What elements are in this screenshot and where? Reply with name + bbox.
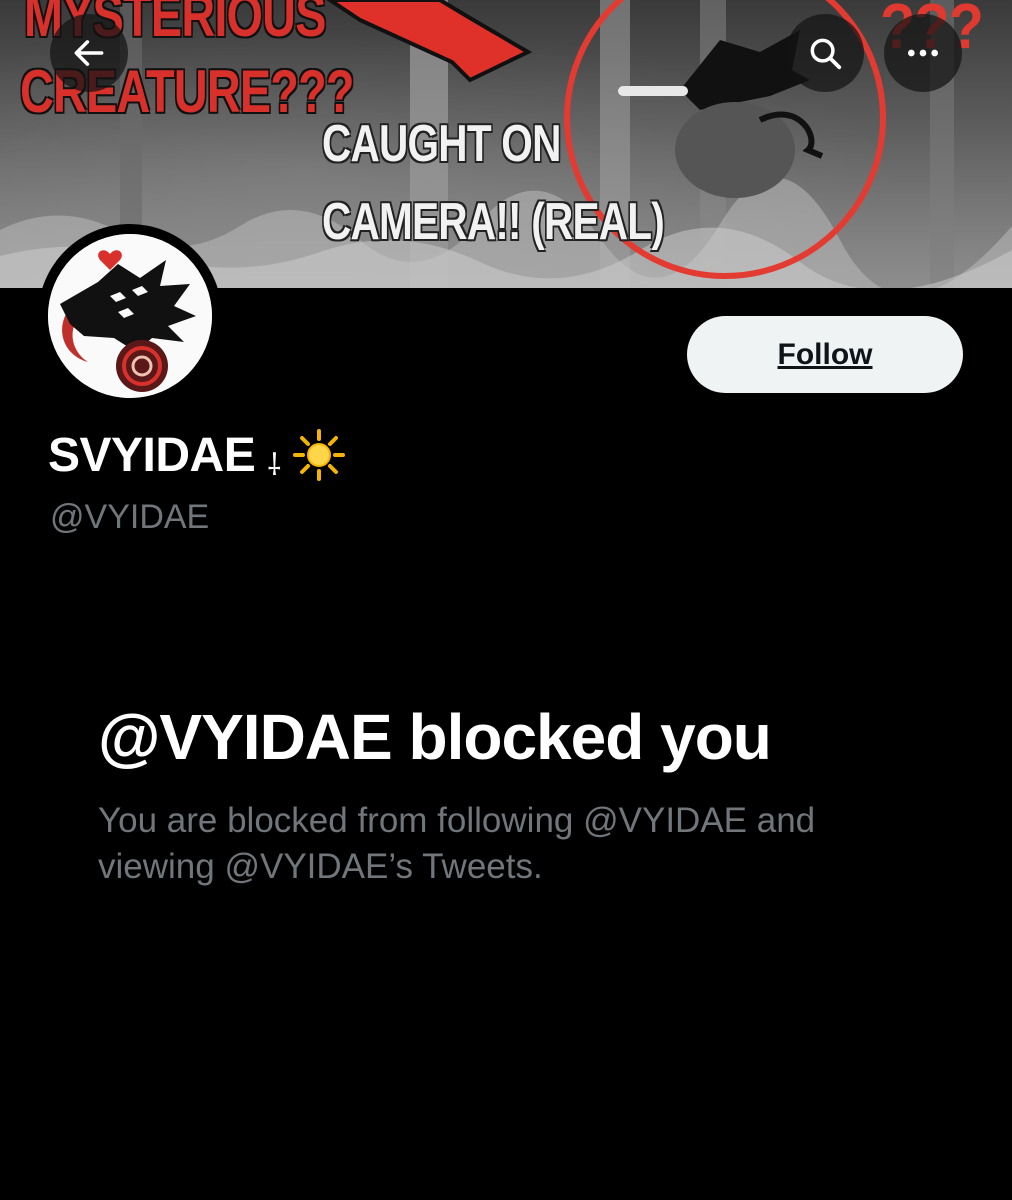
- arrow-left-icon: [74, 40, 104, 66]
- display-name-row: SVYIDAE ⸸: [48, 425, 347, 486]
- banner-caption-line4: CAMERA!! (REAL): [322, 193, 665, 251]
- blocked-title: @VYIDAE blocked you: [98, 701, 772, 773]
- sun-icon: [291, 427, 347, 488]
- avatar-image: [48, 234, 212, 398]
- leviathan-cross-glyph: ⸸: [267, 448, 282, 483]
- avatar-creature-art: [48, 234, 212, 398]
- blocked-description-line1: You are blocked from following @VYIDAE a…: [98, 801, 816, 840]
- profile-handle: @VYIDAE: [50, 498, 210, 536]
- more-horizontal-icon: [908, 49, 938, 57]
- blocked-description-line2: viewing @VYIDAE’s Tweets.: [98, 847, 543, 886]
- follow-button[interactable]: Follow: [687, 316, 963, 393]
- back-button[interactable]: [50, 14, 128, 92]
- more-button[interactable]: [884, 14, 962, 92]
- avatar[interactable]: [38, 224, 222, 408]
- search-icon: [810, 38, 842, 70]
- blocked-description: You are blocked from following @VYIDAE a…: [98, 798, 918, 890]
- search-button[interactable]: [786, 14, 864, 92]
- banner-caption-line3: CAUGHT ON: [322, 115, 561, 173]
- display-name: SVYIDAE: [48, 429, 256, 482]
